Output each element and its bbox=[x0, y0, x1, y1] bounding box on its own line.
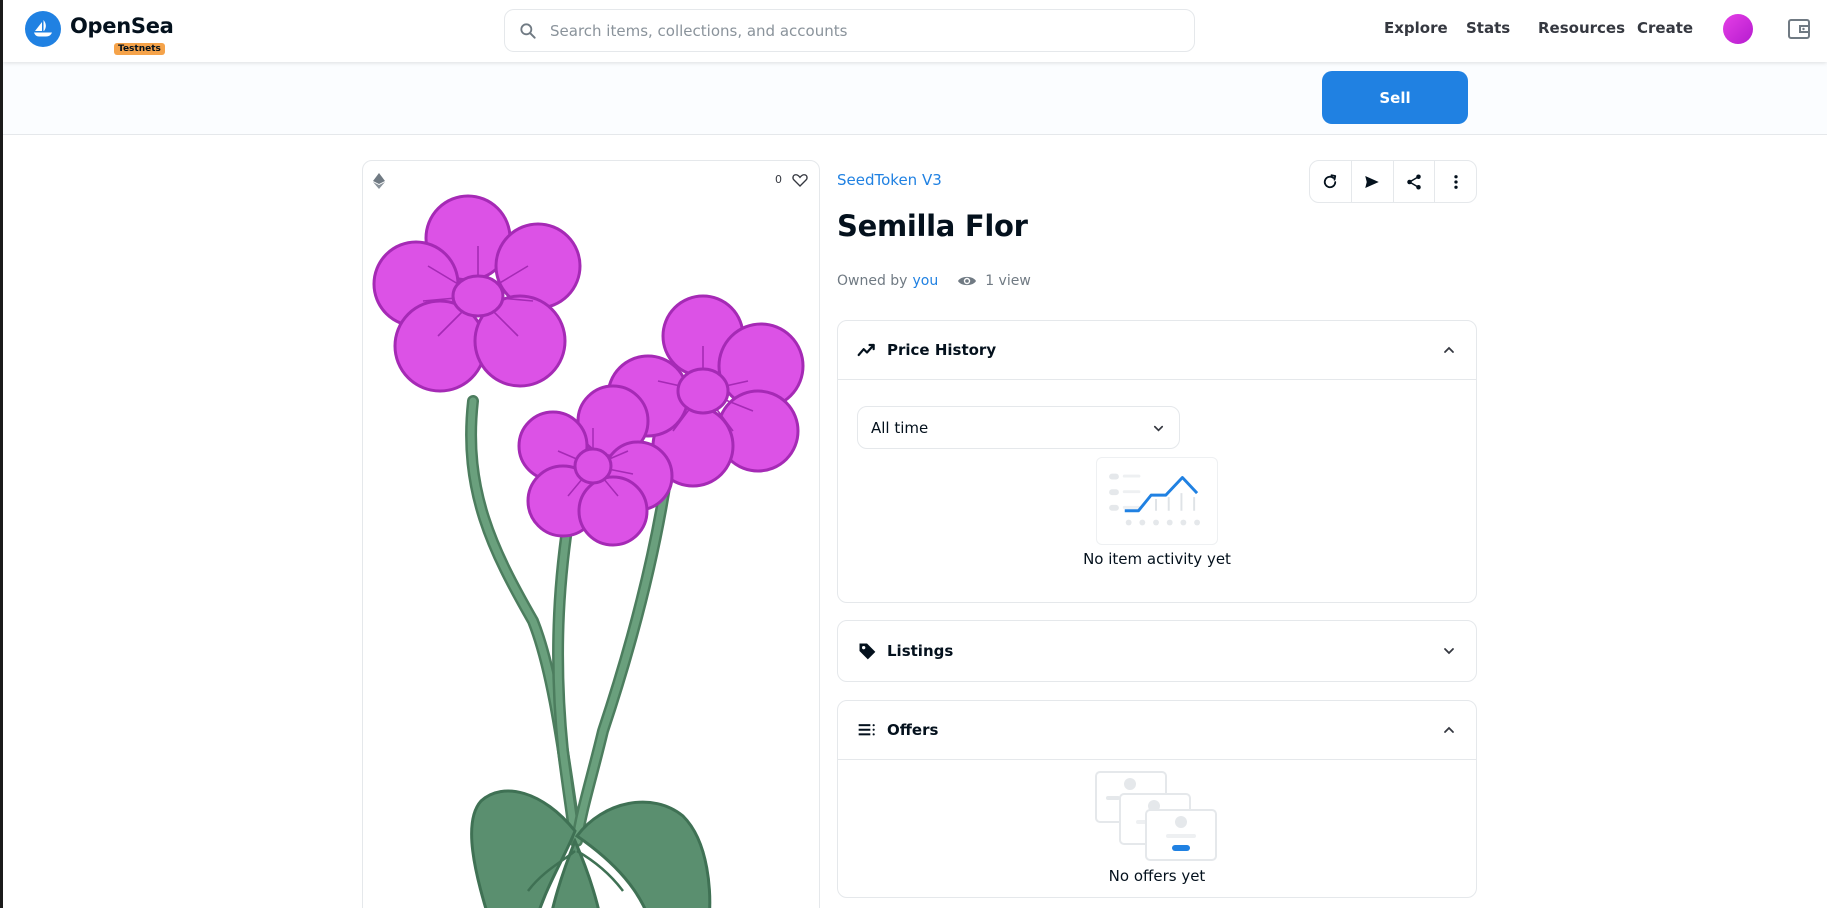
window-edge bbox=[0, 0, 3, 908]
chevron-down-icon bbox=[1153, 425, 1164, 432]
eye-icon bbox=[958, 276, 977, 286]
share-icon bbox=[1407, 174, 1421, 189]
transfer-button[interactable] bbox=[1352, 161, 1394, 202]
view-count: 1 view bbox=[985, 273, 1031, 289]
wallet-icon[interactable] bbox=[1787, 17, 1811, 41]
share-button[interactable] bbox=[1394, 161, 1436, 202]
testnets-badge: Testnets bbox=[114, 43, 165, 55]
item-title: Semilla Flor bbox=[837, 209, 1028, 243]
empty-offers-illustration bbox=[1095, 771, 1217, 861]
send-icon bbox=[1365, 175, 1379, 188]
owner-link[interactable]: you bbox=[912, 273, 938, 289]
refresh-button[interactable] bbox=[1310, 161, 1352, 202]
chevron-up-icon bbox=[1444, 346, 1454, 353]
item-toolbar bbox=[1309, 160, 1477, 203]
price-history-title: Price History bbox=[887, 341, 997, 359]
price-history-header[interactable]: Price History bbox=[838, 321, 1476, 379]
boat-icon bbox=[34, 20, 52, 37]
listings-header[interactable]: Listings bbox=[838, 621, 1476, 681]
offers-empty-text: No offers yet bbox=[1108, 867, 1206, 885]
trending-icon bbox=[857, 343, 875, 357]
opensea-logo[interactable] bbox=[25, 11, 61, 47]
ownership-row: Owned by you 1 view bbox=[837, 273, 1031, 289]
ethereum-icon bbox=[373, 173, 385, 189]
more-vertical-icon bbox=[1453, 174, 1458, 189]
chevron-up-icon bbox=[1444, 726, 1454, 733]
item-image-card: 0 bbox=[362, 160, 820, 908]
chevron-down-icon bbox=[1444, 648, 1454, 655]
refresh-icon bbox=[1324, 173, 1337, 188]
flower-artwork[interactable] bbox=[363, 191, 820, 908]
owned-by-label: Owned by bbox=[837, 273, 908, 289]
nav-create[interactable]: Create bbox=[1637, 19, 1693, 37]
favorite-count: 0 bbox=[775, 173, 782, 186]
nav-stats[interactable]: Stats bbox=[1466, 19, 1510, 37]
offers-body: No offers yet bbox=[838, 759, 1476, 897]
list-icon bbox=[858, 724, 875, 736]
nav-resources[interactable]: Resources bbox=[1538, 19, 1625, 37]
offers-header[interactable]: Offers bbox=[838, 701, 1476, 759]
price-history-empty-text: No item activity yet bbox=[1083, 550, 1231, 568]
listings-title: Listings bbox=[887, 642, 954, 660]
search-icon bbox=[520, 22, 536, 39]
sell-button[interactable]: Sell bbox=[1322, 71, 1468, 124]
search-input[interactable] bbox=[550, 21, 1170, 40]
time-range-value: All time bbox=[871, 418, 929, 437]
top-nav: OpenSea Testnets Explore Stats Resources… bbox=[3, 0, 1827, 62]
nav-explore[interactable]: Explore bbox=[1384, 19, 1448, 37]
more-button[interactable] bbox=[1435, 161, 1476, 202]
price-history-panel: Price History All time No item activity … bbox=[837, 320, 1477, 603]
time-range-select[interactable]: All time bbox=[857, 406, 1180, 449]
tag-icon bbox=[859, 643, 876, 660]
price-history-body: All time No item activity yet bbox=[838, 379, 1476, 602]
offers-title: Offers bbox=[887, 721, 939, 739]
listings-panel: Listings bbox=[837, 620, 1477, 682]
owner-action-bar bbox=[3, 62, 1827, 135]
heart-icon[interactable] bbox=[791, 171, 809, 189]
search-bar[interactable] bbox=[504, 9, 1195, 52]
brand-name[interactable]: OpenSea bbox=[70, 14, 174, 38]
collection-link[interactable]: SeedToken V3 bbox=[837, 171, 942, 189]
offers-panel: Offers No offers yet bbox=[837, 700, 1477, 898]
empty-chart-illustration bbox=[1096, 457, 1218, 545]
user-avatar[interactable] bbox=[1723, 14, 1753, 44]
